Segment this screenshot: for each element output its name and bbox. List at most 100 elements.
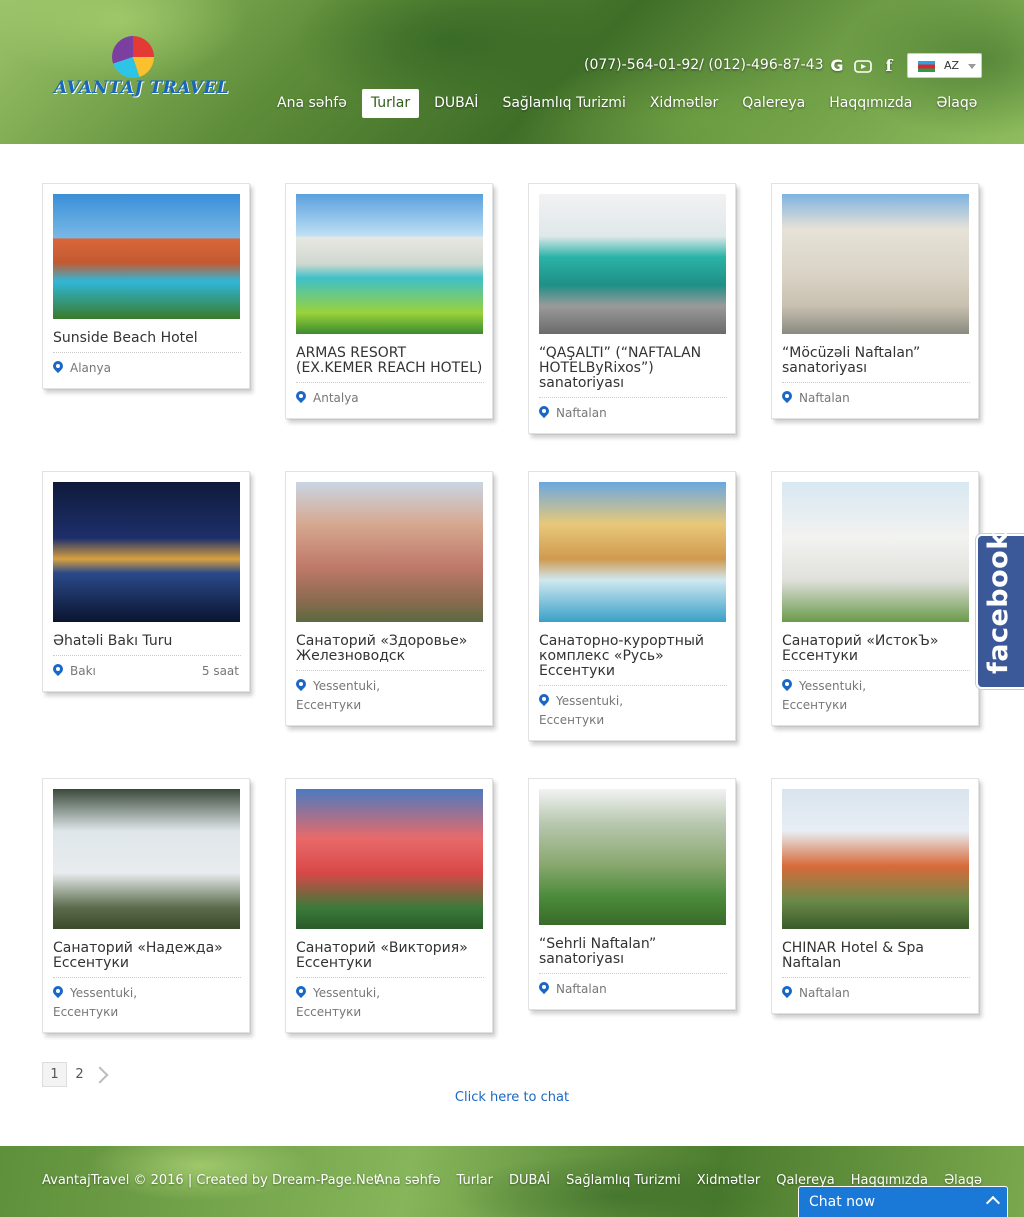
tour-card[interactable]: “Sehrli Naftalan” sanatoriyası Naftalan xyxy=(528,778,736,1010)
tour-card[interactable]: Sunside Beach Hotel Alanya xyxy=(42,183,250,389)
tour-photo[interactable] xyxy=(539,482,726,622)
tour-duration: 5 saat xyxy=(201,664,239,678)
facebook-side-tab[interactable]: facebook xyxy=(976,531,1024,689)
tour-location-alt: Ессентуки xyxy=(539,713,605,727)
language-code: AZ xyxy=(944,59,960,72)
map-pin-icon xyxy=(539,982,549,995)
tour-title[interactable]: “Sehrli Naftalan” sanatoriyası xyxy=(539,937,727,967)
chat-now-bar[interactable]: Chat now xyxy=(798,1186,1008,1217)
map-pin-icon xyxy=(53,361,63,374)
divider xyxy=(539,397,727,398)
tour-card[interactable]: Санаторий «ИстокЪ» Ессентуки Yessentuki, Е… xyxy=(771,471,979,726)
tour-photo[interactable] xyxy=(782,194,969,334)
tour-location: Yessentuki, Ессентуки xyxy=(782,677,970,715)
logo-text: AVANTAJ TRAVEL xyxy=(54,78,230,98)
divider xyxy=(53,977,241,978)
map-pin-icon xyxy=(782,391,792,404)
tour-card[interactable]: Санаторий «Здоровье» Железноводск Yessent… xyxy=(285,471,493,726)
nav-item-7[interactable]: Əlaqə xyxy=(927,89,986,118)
nav-item-1[interactable]: Turlar xyxy=(361,89,420,118)
tour-photo[interactable] xyxy=(782,789,969,929)
map-pin-icon xyxy=(782,679,792,692)
tour-location-name: Antalya xyxy=(313,391,359,405)
tour-location-name: Alanya xyxy=(70,361,111,375)
map-pin-icon xyxy=(782,986,792,999)
nav-item-4[interactable]: Xidmətlər xyxy=(641,89,727,118)
chevron-up-icon[interactable] xyxy=(985,1195,1001,1211)
divider xyxy=(782,670,970,671)
header: AVANTAJ TRAVEL (077)-564-01-92/ (012)-49… xyxy=(0,0,1024,144)
divider xyxy=(296,670,484,671)
divider xyxy=(539,685,727,686)
next-page-icon[interactable] xyxy=(91,1066,109,1083)
tour-title[interactable]: Sunside Beach Hotel xyxy=(53,331,241,346)
map-pin-icon xyxy=(296,679,306,692)
tour-title[interactable]: CHINAR Hotel & Spa Naftalan xyxy=(782,941,970,971)
nav-item-5[interactable]: Qalereya xyxy=(733,89,814,118)
copyright: AvantajTravel © 2016 | Created by Dream-… xyxy=(42,1173,379,1188)
divider xyxy=(539,973,727,974)
tour-card[interactable]: “QAŞALTI” (“NAFTALAN HOTELByRixos”) sana… xyxy=(528,183,736,434)
footer-nav-item-1[interactable]: Turlar xyxy=(456,1173,492,1188)
footer-nav-item-3[interactable]: Sağlamlıq Turizmi xyxy=(566,1173,681,1188)
tour-photo[interactable] xyxy=(539,789,726,925)
nav-item-2[interactable]: DUBAİ xyxy=(425,89,487,118)
tour-card[interactable]: ARMAS RESORT (EX.KEMER REACH HOTEL) Antal… xyxy=(285,183,493,419)
tour-card[interactable]: Санаторно-курортный комплекс «Русь» Ессе… xyxy=(528,471,736,741)
tour-location-name: Yessentuki, xyxy=(313,986,381,1000)
tour-photo[interactable] xyxy=(296,194,483,334)
nav-item-0[interactable]: Ana səhfə xyxy=(268,89,356,118)
tour-photo[interactable] xyxy=(53,194,240,319)
facebook-icon[interactable]: f xyxy=(880,57,898,75)
chat-now-label: Chat now xyxy=(809,1194,876,1210)
tour-title[interactable]: Санаторно-курортный комплекс «Русь» Ессе… xyxy=(539,634,727,679)
tour-title[interactable]: Əhatəli Bakı Turu xyxy=(53,634,241,649)
page-1[interactable]: 1 xyxy=(42,1062,67,1087)
google-icon[interactable]: G xyxy=(828,57,846,75)
tour-title[interactable]: Санаторий «Виктория» Ессентуки xyxy=(296,941,484,971)
facebook-tab-label: facebook xyxy=(983,531,1014,674)
logo-mark-icon xyxy=(112,36,154,78)
tour-location-alt: Ессентуки xyxy=(782,698,848,712)
tour-location-alt: Ессентуки xyxy=(53,1005,119,1019)
tour-location-alt: Ессентуки xyxy=(296,1005,362,1019)
divider xyxy=(296,977,484,978)
nav-item-3[interactable]: Sağlamlıq Turizmi xyxy=(493,89,634,118)
tour-photo[interactable] xyxy=(296,482,483,622)
tour-location: Yessentuki, Ессентуки xyxy=(53,984,241,1022)
youtube-icon[interactable] xyxy=(854,57,872,75)
chat-link[interactable]: Click here to chat xyxy=(0,1090,1024,1105)
footer-nav-item-2[interactable]: DUBAİ xyxy=(509,1173,550,1188)
tour-location-name: Yessentuki, xyxy=(70,986,138,1000)
footer-nav-item-4[interactable]: Xidmətlər xyxy=(697,1173,760,1188)
page-2[interactable]: 2 xyxy=(67,1062,92,1087)
tour-photo[interactable] xyxy=(539,194,726,334)
tour-location: Antalya xyxy=(296,389,484,408)
tour-title[interactable]: Санаторий «Здоровье» Железноводск xyxy=(296,634,484,664)
tour-card[interactable]: Санаторий «Надежда» Ессентуки Yessentuki,… xyxy=(42,778,250,1033)
map-pin-icon xyxy=(53,986,63,999)
tour-title[interactable]: Санаторий «Надежда» Ессентуки xyxy=(53,941,241,971)
tour-card[interactable]: Əhatəli Bakı Turu Bakı 5 saat xyxy=(42,471,250,692)
language-select[interactable]: AZ xyxy=(907,53,982,78)
footer-nav-item-0[interactable]: Ana səhfə xyxy=(376,1173,441,1188)
tour-photo[interactable] xyxy=(296,789,483,929)
nav-item-6[interactable]: Haqqımızda xyxy=(820,89,921,118)
logo[interactable]: AVANTAJ TRAVEL xyxy=(54,36,240,102)
tour-location: Naftalan xyxy=(539,404,727,423)
map-pin-icon xyxy=(539,694,549,707)
tour-title[interactable]: “QAŞALTI” (“NAFTALAN HOTELByRixos”) sana… xyxy=(539,346,727,391)
tour-location-name: Naftalan xyxy=(556,406,607,420)
tour-title[interactable]: ARMAS RESORT (EX.KEMER REACH HOTEL) xyxy=(296,346,484,376)
tour-photo[interactable] xyxy=(53,482,240,622)
tour-photo[interactable] xyxy=(53,789,240,929)
tour-location-name: Yessentuki, xyxy=(556,694,624,708)
tour-title[interactable]: Санаторий «ИстокЪ» Ессентуки xyxy=(782,634,970,664)
tour-photo[interactable] xyxy=(782,482,969,622)
tour-title[interactable]: “Möcüzəli Naftalan” sanatoriyası xyxy=(782,346,970,376)
divider xyxy=(53,655,241,656)
tour-location: Yessentuki, Ессентуки xyxy=(296,984,484,1022)
tour-card[interactable]: Санаторий «Виктория» Ессентуки Yessentuki… xyxy=(285,778,493,1033)
tour-card[interactable]: CHINAR Hotel & Spa Naftalan Naftalan xyxy=(771,778,979,1014)
tour-card[interactable]: “Möcüzəli Naftalan” sanatoriyası Naftalan xyxy=(771,183,979,419)
